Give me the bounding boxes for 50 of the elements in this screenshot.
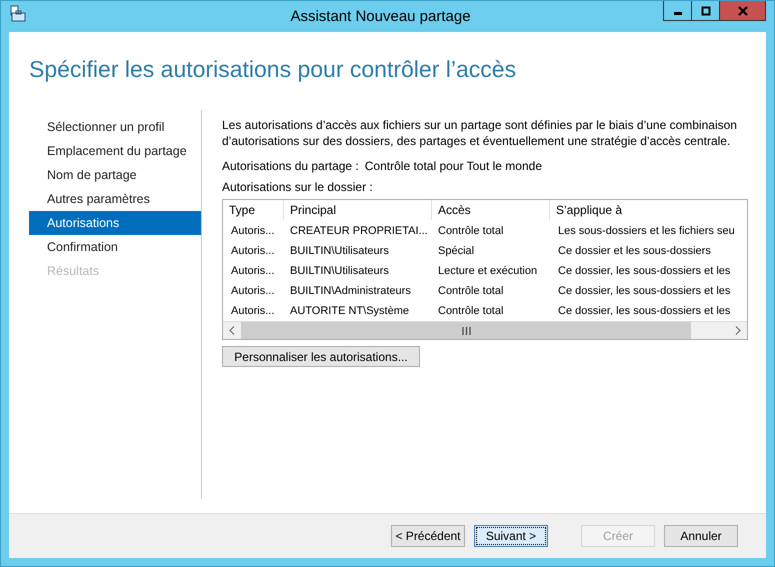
- table-cell-text: CREATEUR PROPRIETAI...: [289, 224, 429, 239]
- description-text: Les autorisations d’accès aux fichiers sur un partage sont définies par le biais d’une combinaison d’autorisations sur des dossiers, des partages et éventuellement une stratégie d’accès centrale.: [222, 117, 738, 149]
- minimize-icon: [674, 12, 682, 15]
- folder-permissions-label: Autorisations sur le dossier :: [222, 180, 374, 194]
- close-button[interactable]: [719, 1, 766, 21]
- scrollbar-thumb[interactable]: [241, 322, 691, 339]
- window-title: Assistant Nouveau partage: [289, 8, 472, 25]
- table-cell-text: Autoris...: [230, 264, 276, 279]
- table-cell-text: AUTORITE NT\Système: [289, 304, 410, 319]
- table-cell-text: Contrôle total: [437, 284, 504, 299]
- table-cell-text: Autoris...: [230, 284, 276, 299]
- column-header[interactable]: S’applique à: [550, 200, 747, 220]
- table-cell-text: Lecture et exécution: [437, 264, 538, 279]
- customize-permissions-button[interactable]: Personnaliser les autorisations...: [222, 346, 420, 367]
- sidebar-item[interactable]: Emplacement du partage: [29, 139, 201, 163]
- table-cell-text: Ce dossier, les sous-dossiers et les: [557, 264, 732, 279]
- wizard-button[interactable]: Suivant >: [474, 525, 548, 547]
- close-icon: [738, 6, 748, 16]
- wizard-button[interactable]: Annuler: [664, 525, 738, 547]
- minimize-button[interactable]: [663, 1, 692, 21]
- scroll-left-icon[interactable]: [229, 326, 235, 335]
- table-cell-text: Contrôle total: [437, 224, 504, 239]
- sidebar-item[interactable]: Nom de partage: [29, 163, 201, 187]
- table-cell-text: Ce dossier, les sous-dossiers et les: [557, 304, 732, 319]
- sidebar-item[interactable]: Sélectionner un profil: [29, 115, 201, 139]
- sidebar-item[interactable]: Confirmation: [29, 235, 201, 259]
- sidebar-item[interactable]: Autres paramètres: [29, 187, 201, 211]
- table-cell-text: Autoris...: [230, 304, 276, 319]
- scroll-right-icon[interactable]: [735, 326, 741, 335]
- table-cell-text: Ce dossier, les sous-dossiers et les: [557, 284, 732, 299]
- share-folder-icon: [9, 4, 27, 22]
- table-cell-text: Autoris...: [230, 244, 276, 259]
- table-cell-text: Spécial: [437, 244, 476, 259]
- column-header[interactable]: Principal: [284, 200, 432, 220]
- share-permissions-value: Contrôle total pour Tout le monde: [364, 159, 542, 173]
- share-permissions-label: Autorisations du partage :: [222, 159, 359, 173]
- wizard-button[interactable]: < Précédent: [391, 525, 465, 547]
- column-header[interactable]: Accès: [432, 200, 550, 220]
- table-cell-text: BUILTIN\Administrateurs: [289, 284, 412, 299]
- horizontal-scrollbar[interactable]: [223, 321, 747, 339]
- table-cell-text: BUILTIN\Utilisateurs: [289, 264, 390, 279]
- table-cell-text: Les sous-dossiers et les fichiers seu: [557, 224, 736, 239]
- table-cell-text: BUILTIN\Utilisateurs: [289, 244, 390, 259]
- sidebar-item[interactable]: Autorisations: [29, 211, 201, 235]
- table-cell-text: Contrôle total: [437, 304, 504, 319]
- page-title: Spécifier les autorisations pour contrôler l’accès: [28, 55, 518, 84]
- maximize-icon: [700, 6, 710, 16]
- column-header[interactable]: Type: [223, 200, 284, 220]
- table-cell-text: Autoris...: [230, 224, 276, 239]
- table-cell-text: Ce dossier et les sous-dossiers: [557, 244, 712, 259]
